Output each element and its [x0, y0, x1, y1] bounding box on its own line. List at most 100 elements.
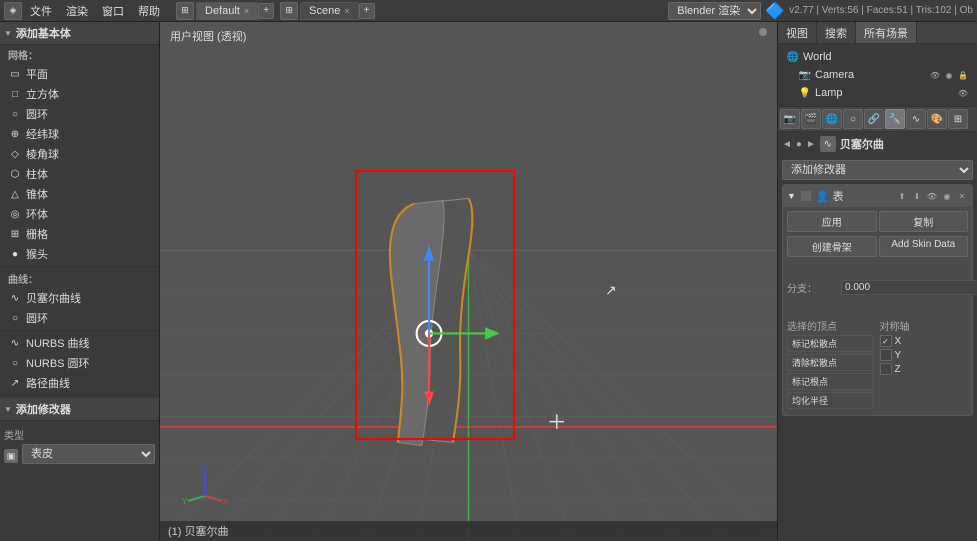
skin-type-select[interactable]: 表皮 [22, 444, 155, 464]
scene-world[interactable]: 🌐 World [782, 48, 973, 66]
right-tab-search[interactable]: 搜索 [817, 22, 856, 43]
x-axis-check[interactable]: ✓ [880, 335, 892, 347]
y-axis-check[interactable] [880, 349, 892, 361]
props-object-icon[interactable]: ○ [843, 109, 863, 129]
add-scene-tab-btn[interactable]: + [359, 3, 375, 19]
camera-visibility-icon[interactable]: 👁 [929, 69, 941, 81]
props-texture-icon[interactable]: ⊞ [948, 109, 968, 129]
skin-modifier-header[interactable]: ▼ 👤 表 ⬆ ⬇ 👁 ◉ ✕ [783, 185, 972, 207]
scene-camera[interactable]: 📷 Camera 👁 ◉ 🔒 [782, 66, 973, 84]
branch-row: 分支： 平滑着色 [787, 261, 968, 313]
mesh-grid[interactable]: ⊞ 栅格 [0, 224, 159, 244]
mark-root-btn[interactable]: 标记根点 [787, 373, 874, 390]
cylinder-icon: ⬡ [8, 167, 22, 181]
viewport-dot [759, 28, 767, 36]
lamp-visibility-icon[interactable]: 👁 [957, 87, 969, 99]
curve-circle-icon: ○ [8, 311, 22, 325]
tab-close-default[interactable]: × [244, 6, 249, 16]
mod-close-icon[interactable]: ✕ [956, 190, 968, 202]
menu-window[interactable]: 窗口 [96, 1, 130, 21]
cone-icon: △ [8, 187, 22, 201]
mesh-cone[interactable]: △ 锥体 [0, 184, 159, 204]
right-tab-view[interactable]: 视图 [778, 22, 817, 43]
blender-icon-btn[interactable]: ◈ [4, 2, 22, 20]
scene-layout-icon[interactable]: ⊞ [280, 2, 298, 20]
props-object-name: 贝塞尔曲 [840, 136, 884, 152]
curve-bezier[interactable]: ∿ 贝塞尔曲线 [0, 288, 159, 308]
add-tab-btn[interactable]: + [258, 3, 274, 19]
type-label: 类型 [4, 427, 155, 442]
props-constraint-icon[interactable]: 🔗 [864, 109, 884, 129]
mod-render-icon[interactable]: ◉ [941, 190, 953, 202]
props-material-icon[interactable]: 🎨 [927, 109, 947, 129]
modifier-label: 添加修改器 [16, 401, 71, 417]
props-modifier-icon[interactable]: 🔧 [885, 109, 905, 129]
menu-help[interactable]: 帮助 [132, 1, 166, 21]
scene-lamp[interactable]: 💡 Lamp 👁 [782, 84, 973, 102]
props-data-icon[interactable]: ∿ [906, 109, 926, 129]
left-panel-scroll: 网格： ▭ 平面 □ 立方体 ○ 圆环 ⊕ 经纬球 ◇ 棱角球 [0, 45, 159, 541]
branch-value-input[interactable] [841, 280, 977, 295]
icosphere-icon: ◇ [8, 147, 22, 161]
apply-btn[interactable]: 应用 [787, 211, 877, 232]
plane-icon: ▭ [8, 67, 22, 81]
menu-file[interactable]: 文件 [24, 1, 58, 21]
version-text: v2.77 | Verts:56 | Faces:51 | Tris:102 |… [789, 5, 973, 16]
render-engine-select[interactable]: Blender 渲染 [668, 2, 761, 20]
skin-modifier: ▼ 👤 表 ⬆ ⬇ 👁 ◉ ✕ 应用 复制 [782, 184, 973, 416]
modifier-header[interactable]: ▼ 添加修改器 [0, 398, 159, 421]
modifier-triangle: ▼ [4, 405, 12, 414]
circle-icon: ○ [8, 107, 22, 121]
props-scene-icon[interactable]: 🎬 [801, 109, 821, 129]
mesh-cube[interactable]: □ 立方体 [0, 84, 159, 104]
mark-loose-btn[interactable]: 标记松散点 [787, 335, 874, 352]
create-skeleton-btn[interactable]: 创建骨架 [787, 236, 877, 257]
copy-btn[interactable]: 复制 [879, 211, 969, 232]
axes-indicator: X Y Z [180, 461, 230, 511]
add-primitive-header[interactable]: ▼ 添加基本体 [0, 22, 159, 45]
right-tab-all-scenes[interactable]: 所有场景 [856, 22, 917, 43]
mod-move-down-icon[interactable]: ⬇ [911, 190, 923, 202]
props-render-icon[interactable]: 📷 [780, 109, 800, 129]
nurbs-circle[interactable]: ○ NURBS 圆环 [0, 353, 159, 373]
mesh-circle[interactable]: ○ 圆环 [0, 104, 159, 124]
path-curve[interactable]: ↗ 路径曲线 [0, 373, 159, 393]
mesh-uvsphere[interactable]: ⊕ 经纬球 [0, 124, 159, 144]
mod-visibility-icon[interactable]: 👁 [926, 190, 938, 202]
camera-lock-icon[interactable]: 🔒 [957, 69, 969, 81]
branch-label: 分支： [787, 280, 837, 295]
bezier-curve-icon: ∿ [8, 291, 22, 305]
z-axis-check[interactable] [880, 363, 892, 375]
layout-icon[interactable]: ⊞ [176, 2, 194, 20]
clear-loose-btn[interactable]: 清除松散点 [787, 354, 874, 371]
camera-render-icon[interactable]: ◉ [943, 69, 955, 81]
tab-default[interactable]: Default × [196, 2, 258, 20]
mesh-icosphere[interactable]: ◇ 棱角球 [0, 144, 159, 164]
props-title-row: ◄ ● ► ∿ 贝塞尔曲 [778, 132, 977, 156]
add-modifier-select[interactable]: 添加修改器 [782, 160, 973, 180]
props-world-icon[interactable]: 🌐 [822, 109, 842, 129]
nurbs-curve[interactable]: ∿ NURBS 曲线 [0, 333, 159, 353]
mesh-monkey[interactable]: ● 猴头 [0, 244, 159, 264]
props-nav-dot: ● [796, 139, 802, 150]
viewport[interactable]: ↗ 用户视图 (透视) X Y Z (1) 贝塞尔曲 [160, 22, 777, 541]
mod-type-icon: 👤 [816, 190, 830, 203]
mod-move-up-icon[interactable]: ⬆ [896, 190, 908, 202]
tab-scene[interactable]: Scene × [300, 2, 358, 20]
mesh-plane[interactable]: ▭ 平面 [0, 64, 159, 84]
curve-circle[interactable]: ○ 圆环 [0, 308, 159, 328]
grid-icon: ⊞ [8, 227, 22, 241]
path-icon: ↗ [8, 376, 22, 390]
lamp-actions: 👁 [957, 87, 969, 99]
props-nav-right[interactable]: ► [806, 139, 816, 150]
props-nav-left[interactable]: ◄ [782, 139, 792, 150]
menu-render[interactable]: 渲染 [60, 1, 94, 21]
mesh-torus[interactable]: ◎ 环体 [0, 204, 159, 224]
tab-close-scene[interactable]: × [344, 6, 349, 16]
divider-1 [0, 266, 159, 267]
cube-icon: □ [8, 87, 22, 101]
mesh-cylinder[interactable]: ⬡ 柱体 [0, 164, 159, 184]
add-skin-data-btn[interactable]: Add Skin Data [879, 236, 969, 257]
mirror-label: 对称轴 [880, 318, 969, 333]
equalize-btn[interactable]: 均化半径 [787, 392, 874, 409]
